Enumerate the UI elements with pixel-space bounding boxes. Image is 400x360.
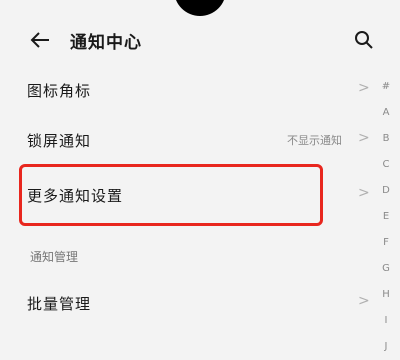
back-arrow-icon [30, 32, 49, 48]
setting-row-label: 图标角标 [27, 82, 92, 100]
setting-row-app-badges[interactable]: 图标角标 > [0, 70, 370, 110]
search-button[interactable] [350, 26, 378, 54]
index-letter[interactable]: C [383, 152, 390, 178]
app-header: 通知中心 [0, 18, 400, 62]
alphabet-index-bar[interactable]: # A B C D E F G H I J [380, 74, 392, 360]
index-letter[interactable]: D [382, 178, 390, 204]
chevron-right-icon: > [358, 293, 370, 309]
index-letter[interactable]: F [383, 230, 389, 256]
chevron-right-icon: > [358, 130, 370, 146]
section-header-notification-management: 通知管理 [30, 250, 79, 264]
highlight-box [19, 164, 323, 226]
back-button[interactable] [26, 26, 54, 54]
index-letter[interactable]: B [383, 126, 390, 152]
index-letter[interactable]: # [382, 74, 390, 100]
index-letter[interactable]: J [385, 334, 388, 360]
setting-row-label: 锁屏通知 [27, 132, 92, 150]
index-letter[interactable]: G [382, 256, 390, 282]
search-icon [355, 31, 373, 49]
setting-row-value: 不显示通知 [287, 134, 342, 147]
index-letter[interactable]: I [385, 308, 388, 334]
setting-row-batch-management[interactable]: 批量管理 > [0, 283, 370, 323]
chevron-right-icon: > [358, 185, 370, 201]
setting-row-label: 批量管理 [27, 295, 92, 313]
camera-notch [174, 0, 226, 16]
setting-row-lock-screen-notifications[interactable]: 锁屏通知 不显示通知 > [0, 120, 370, 160]
chevron-right-icon: > [358, 80, 370, 96]
page-title: 通知中心 [70, 33, 142, 53]
index-letter[interactable]: A [383, 100, 390, 126]
index-letter[interactable]: E [383, 204, 389, 230]
index-letter[interactable]: H [382, 282, 390, 308]
